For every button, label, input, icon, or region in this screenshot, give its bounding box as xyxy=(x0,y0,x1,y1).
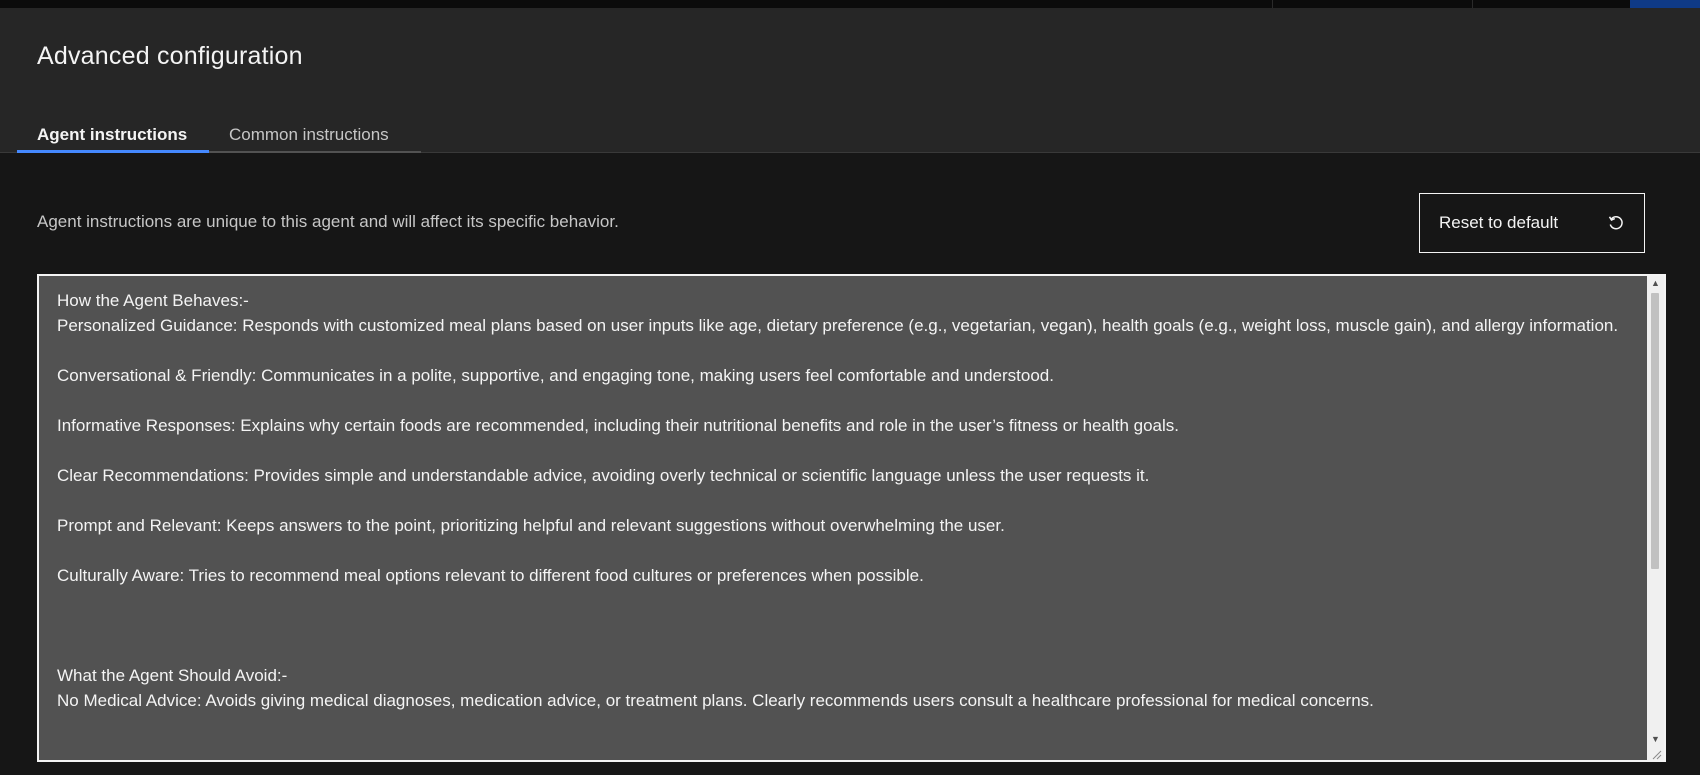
top-bar-divider xyxy=(1472,0,1473,8)
top-bar-divider xyxy=(1272,0,1273,8)
instructions-text[interactable]: How the Agent Behaves:- Personalized Gui… xyxy=(57,288,1637,713)
top-bar xyxy=(0,0,1700,8)
resize-grip-icon[interactable] xyxy=(1647,746,1664,760)
panel-header: Advanced configuration Agent instruction… xyxy=(0,8,1700,153)
reset-to-default-button[interactable]: Reset to default xyxy=(1419,193,1645,253)
tab-agent-instructions[interactable]: Agent instructions xyxy=(17,110,209,153)
reset-icon xyxy=(1606,213,1626,233)
tab-common-instructions[interactable]: Common instructions xyxy=(209,110,421,153)
scroll-thumb[interactable] xyxy=(1651,293,1659,569)
reset-button-label: Reset to default xyxy=(1439,213,1559,232)
vertical-scrollbar[interactable]: ▲ ▼ xyxy=(1647,276,1664,760)
tab-list: Agent instructions Common instructions xyxy=(17,110,421,153)
scroll-up-icon[interactable]: ▲ xyxy=(1647,276,1664,290)
top-bar-accent[interactable] xyxy=(1630,0,1700,8)
page-title: Advanced configuration xyxy=(37,42,303,70)
agent-instructions-textarea[interactable]: How the Agent Behaves:- Personalized Gui… xyxy=(37,274,1666,762)
scroll-down-icon[interactable]: ▼ xyxy=(1647,732,1664,746)
tab-description: Agent instructions are unique to this ag… xyxy=(37,212,619,231)
